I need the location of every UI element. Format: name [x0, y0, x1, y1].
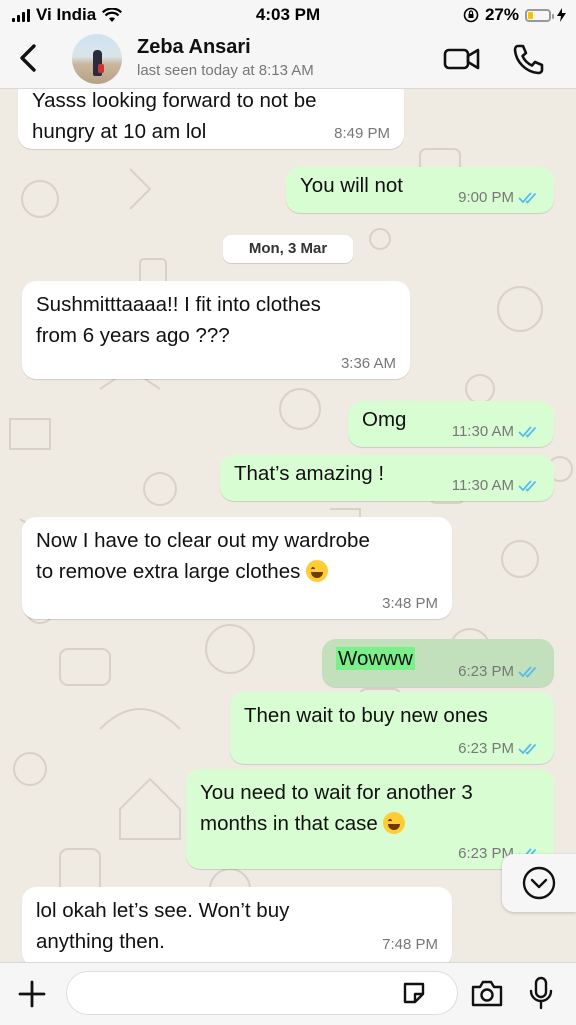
- last-seen: last seen today at 8:13 AM: [137, 62, 314, 79]
- message-time: 3:36 AM: [340, 355, 396, 372]
- rolling-on-floor-laughing-emoji: [306, 560, 329, 582]
- message-bubble-outgoing[interactable]: That’s amazing ! 11:30 AM: [220, 455, 554, 501]
- message-meta: 11:30 AM: [452, 423, 540, 440]
- message-time: 3:48 PM: [382, 595, 438, 612]
- message-bubble-outgoing[interactable]: You will not 9:00 PM: [286, 167, 554, 213]
- charging-bolt-icon: [557, 8, 566, 22]
- message-meta: 11:30 AM: [452, 477, 540, 494]
- message-meta: 6:23 PM: [458, 663, 540, 680]
- message-bubble-outgoing[interactable]: Then wait to buy new ones 6:23 PM: [230, 692, 554, 764]
- message-meta: 7:48 PM: [382, 936, 438, 953]
- message-bubble-outgoing-highlighted[interactable]: Wowww 6:23 PM: [322, 639, 554, 687]
- message-line: You need to wait for another 3: [200, 781, 473, 804]
- message-bubble-incoming[interactable]: Now I have to clear out my wardrobe to r…: [22, 517, 452, 619]
- message-text: Now I have to clear out my wardrobe to r…: [36, 525, 438, 587]
- chevron-down-icon: [522, 866, 556, 900]
- message-bubble-incoming[interactable]: Sushmitttaaaa!! I fit into clothes from …: [22, 281, 410, 379]
- message-line: from 6 years ago ???: [36, 324, 230, 347]
- message-line: You will not: [300, 174, 403, 197]
- avatar[interactable]: [72, 34, 122, 84]
- avatar-bag: [98, 64, 104, 73]
- message-line: Now I have to clear out my wardrobe: [36, 529, 370, 552]
- chat-area[interactable]: Yasss looking forward to not be hungry a…: [0, 89, 576, 962]
- read-ticks-icon: [518, 479, 537, 492]
- message-line: Sushmitttaaaa!! I fit into clothes: [36, 293, 321, 316]
- composer-bar: [0, 962, 576, 1025]
- tears-of-joy-emoji: [383, 812, 406, 834]
- back-chevron-icon[interactable]: [14, 40, 44, 76]
- orientation-lock-icon: [463, 7, 479, 23]
- message-bubble-outgoing[interactable]: You need to wait for another 3 months in…: [186, 769, 554, 869]
- message-line: lol okah let’s see. Won’t buy: [36, 899, 290, 922]
- message-bubble-outgoing[interactable]: Omg 11:30 AM: [348, 401, 554, 447]
- message-text: lol okah let’s see. Won’t buy anything t…: [36, 895, 438, 957]
- plus-icon[interactable]: [16, 978, 48, 1010]
- message-meta: 8:49 PM: [334, 125, 390, 142]
- message-time: 6:23 PM: [458, 740, 514, 757]
- message-time: 7:48 PM: [382, 936, 438, 953]
- message-meta: 3:36 AM: [341, 355, 396, 372]
- read-ticks-icon: [518, 742, 537, 755]
- message-time: 11:30 AM: [451, 423, 514, 440]
- message-time: 6:23 PM: [458, 663, 514, 680]
- sticker-icon[interactable]: [400, 979, 428, 1007]
- message-line-text: months in that case: [200, 812, 378, 835]
- voice-call-icon[interactable]: [510, 42, 548, 76]
- message-text: You need to wait for another 3 months in…: [200, 777, 540, 839]
- read-ticks-icon: [518, 191, 537, 204]
- status-right: 27%: [463, 5, 566, 25]
- message-line: Omg: [362, 408, 407, 431]
- status-bar: Vi India 4:03 PM 27%: [0, 0, 576, 30]
- read-ticks-icon: [518, 665, 537, 678]
- video-call-icon[interactable]: [443, 42, 481, 76]
- battery-percent: 27%: [484, 5, 519, 24]
- message-line: Yasss looking forward to not be: [32, 89, 317, 112]
- battery-icon: [525, 8, 554, 22]
- message-time: 8:49 PM: [334, 125, 390, 142]
- scroll-to-bottom-button[interactable]: [502, 854, 576, 912]
- message-time: 9:00 PM: [458, 189, 514, 206]
- message-bubble-incoming[interactable]: lol okah let’s see. Won’t buy anything t…: [22, 887, 452, 962]
- read-ticks-icon: [518, 425, 537, 438]
- message-text: Then wait to buy new ones: [244, 700, 540, 731]
- message-line: to remove extra large clothes: [36, 556, 438, 587]
- microphone-icon[interactable]: [528, 975, 554, 1011]
- camera-icon[interactable]: [470, 978, 504, 1008]
- search-highlight: Wowww: [336, 647, 415, 670]
- message-meta: 9:00 PM: [458, 189, 540, 206]
- message-time: 11:30 AM: [451, 477, 514, 494]
- message-bubble-incoming[interactable]: Yasss looking forward to not be hungry a…: [18, 89, 404, 149]
- message-line: Then wait to buy new ones: [244, 704, 488, 727]
- message-text: Sushmitttaaaa!! I fit into clothes from …: [36, 289, 396, 351]
- contact-name[interactable]: Zeba Ansari: [137, 36, 251, 59]
- battery-fill: [528, 11, 534, 19]
- message-line: anything then.: [36, 930, 165, 953]
- chat-header: Zeba Ansari last seen today at 8:13 AM: [0, 30, 576, 89]
- message-line-text: to remove extra large clothes: [36, 560, 301, 583]
- message-line: That’s amazing !: [234, 462, 385, 485]
- message-meta: 6:23 PM: [458, 740, 540, 757]
- message-meta: 3:48 PM: [382, 595, 438, 612]
- message-line: months in that case: [200, 808, 540, 839]
- date-separator: Mon, 3 Mar: [223, 235, 353, 263]
